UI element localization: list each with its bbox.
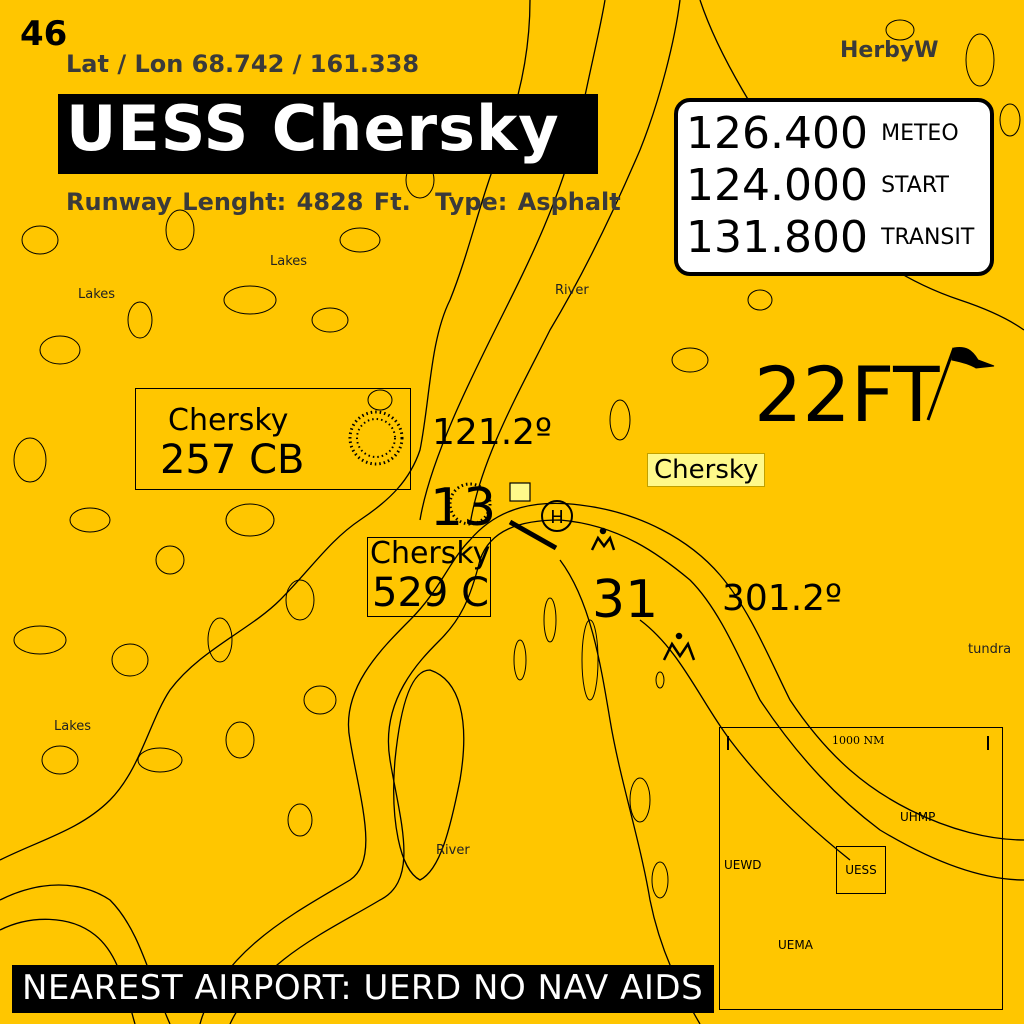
inset-airport: UEWD [724, 858, 762, 872]
inset-scale: 1000 NM [832, 734, 885, 747]
airport-title: UESS Chersky [66, 92, 560, 165]
inset-current-airport: UESS [836, 846, 886, 894]
frequency-row: 126.400 METEO [686, 108, 959, 159]
map-label-river: River [436, 843, 470, 858]
ndb-label-box: Chersky 257 CB [135, 388, 411, 490]
runway-end-13: 13 [430, 478, 497, 538]
terminal-icon [509, 482, 531, 502]
runway [508, 519, 558, 551]
lat-lon: Lat / Lon 68.742 / 161.338 [66, 50, 420, 78]
map-label-lakes: Lakes [78, 287, 116, 302]
inset-airport: UEMA [778, 938, 813, 952]
map-label-lakes: Lakes [54, 719, 92, 734]
inset-airport: UHMP [900, 810, 936, 824]
ndb-frequency: 257 CB [160, 437, 305, 483]
runway-heading-31: 301.2º [722, 578, 843, 619]
author: HerbyW [840, 38, 939, 63]
runway-length-label: Runway Lenght: [66, 188, 287, 216]
map-label-river: River [555, 283, 589, 298]
frequency-box: 126.400 METEO 124.000 START 131.800 TRAN… [674, 98, 994, 276]
runway-length-value: 4828 Ft. [296, 188, 411, 216]
frequency-name: START [881, 173, 949, 198]
ndb-name: Chersky [370, 536, 491, 571]
runway-type-label: Type: [435, 188, 508, 216]
ndb-name: Chersky [168, 403, 289, 438]
svg-text:H: H [550, 507, 564, 528]
ndb-frequency: 529 C [372, 570, 489, 616]
town-label: Chersky [647, 453, 766, 487]
airport-elevation: 22FT [754, 350, 940, 439]
runway-end-31: 31 [592, 570, 659, 630]
frequency-row: 131.800 TRANSIT [686, 212, 974, 263]
runway-info: Runway Lenght: 4828 Ft. Type: Asphalt [66, 188, 621, 216]
page-number: 46 [20, 14, 68, 54]
frequency-value: 126.400 [686, 108, 868, 159]
frequency-value: 124.000 [686, 160, 868, 211]
nearest-airport-text: NEAREST AIRPORT: UERD NO NAV AIDS [22, 968, 704, 1008]
runway-type-value: Asphalt [517, 188, 621, 216]
frequency-value: 131.800 [686, 212, 868, 263]
runway-heading-13: 121.2º [432, 412, 553, 453]
frequency-name: TRANSIT [881, 225, 975, 250]
overview-inset-map: 1000 NM UHMP UEWD UEMA UESS [719, 727, 1003, 1010]
map-label-lakes: Lakes [270, 254, 308, 269]
map-label-tundra: tundra [968, 642, 1012, 657]
frequency-name: METEO [881, 121, 959, 146]
frequency-row: 124.000 START [686, 160, 949, 211]
ndb-label-box: Chersky 529 C [367, 536, 491, 617]
